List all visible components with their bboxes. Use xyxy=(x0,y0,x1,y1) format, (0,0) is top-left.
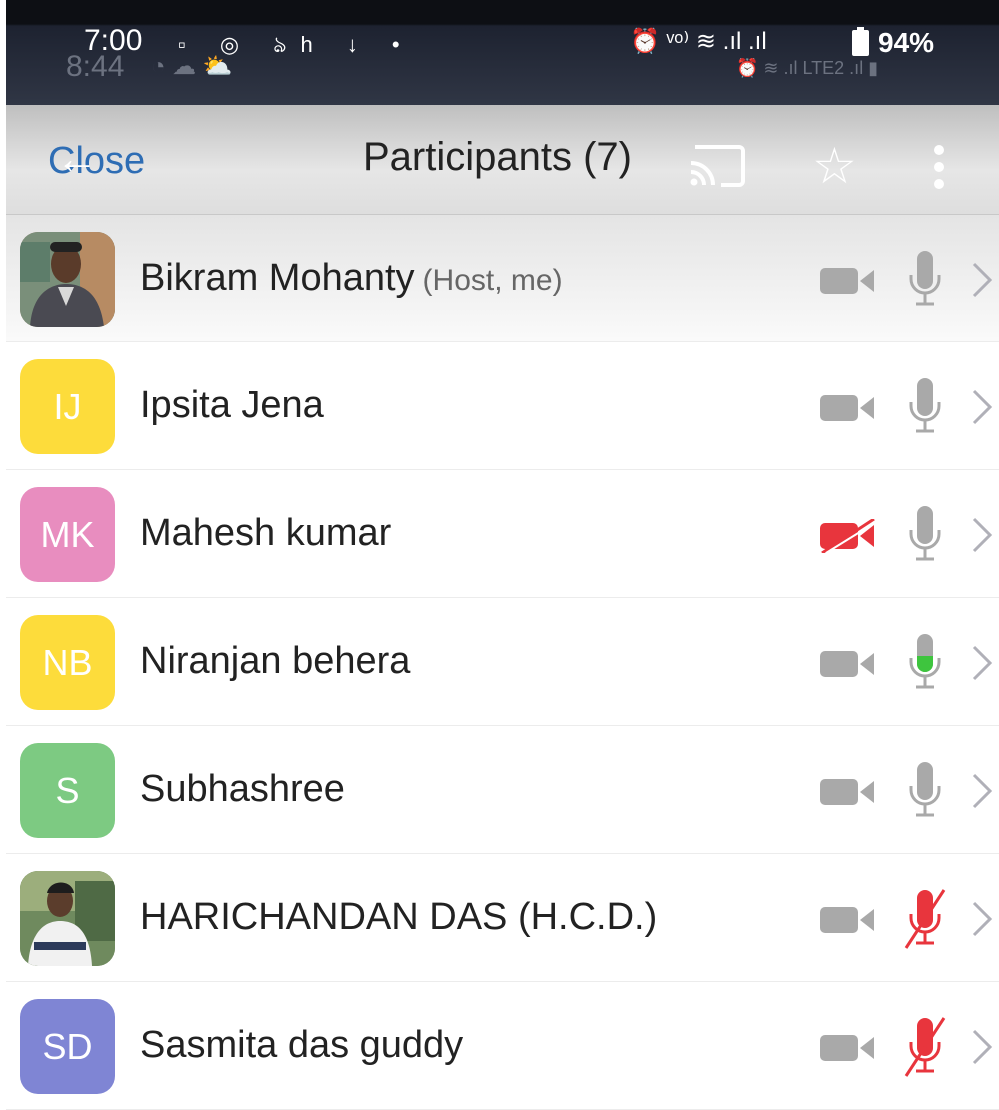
chevron-right-icon[interactable] xyxy=(970,387,994,427)
participant-name-text: Subhashree xyxy=(140,768,345,810)
participant-name: Subhashree xyxy=(140,768,345,811)
video-icon[interactable] xyxy=(818,775,878,809)
participant-name-text: Sasmita das guddy xyxy=(140,1024,464,1066)
participant-name: HARICHANDAN DAS (H.C.D.) xyxy=(140,896,657,939)
participant-row[interactable]: SD Sasmita das guddy xyxy=(6,982,999,1110)
participant-row[interactable]: IJ Ipsita Jena xyxy=(6,342,999,470)
ghost-status-icons: ⏰ ≋ .ıl LTE2 .ıl ▮ xyxy=(736,58,879,78)
participant-name: Ipsita Jena xyxy=(140,384,324,427)
chevron-right-icon[interactable] xyxy=(970,515,994,555)
chevron-right-icon[interactable] xyxy=(970,260,994,300)
avatar-initials: IJ xyxy=(53,386,82,427)
chevron-right-icon[interactable] xyxy=(970,771,994,811)
participant-row[interactable]: MK Mahesh kumar xyxy=(6,470,999,598)
participant-row[interactable]: NB Niranjan behera xyxy=(6,598,999,726)
participant-row[interactable]: Bikram Mohanty (Host, me) xyxy=(6,215,999,342)
avatar-initials: MK xyxy=(40,514,95,555)
participant-name-text: Niranjan behera xyxy=(140,640,411,682)
participant-list: Bikram Mohanty (Host, me) IJ Ipsita Jena M… xyxy=(6,215,999,1110)
avatar: NB xyxy=(20,615,115,710)
participant-name: Mahesh kumar xyxy=(140,512,391,555)
status-bar: 8:44 ◔ ☁ ⛅ 7:00 ▫ ◎ ঌh ↓ • ⏰ ≋ .ıl LTE2 … xyxy=(6,0,999,105)
avatar xyxy=(20,871,115,966)
video-icon[interactable] xyxy=(818,903,878,937)
more-vertical-icon[interactable] xyxy=(934,145,946,196)
avatar-initials: NB xyxy=(42,642,93,683)
battery-percent: 94% xyxy=(878,27,935,58)
avatar-initials: SD xyxy=(42,1026,93,1067)
star-icon[interactable]: ☆ xyxy=(812,137,857,195)
video-icon[interactable] xyxy=(818,264,878,298)
participant-row[interactable]: S Subhashree xyxy=(6,726,999,854)
chevron-right-icon[interactable] xyxy=(970,643,994,683)
status-time: 7:00 xyxy=(84,24,143,57)
participant-name: Sasmita das guddy xyxy=(140,1024,463,1067)
participant-name-text: Ipsita Jena xyxy=(140,384,324,426)
video-icon[interactable] xyxy=(818,391,878,425)
top-bar: Close ← Participants (7) ☆ xyxy=(6,105,999,215)
signal-icons: ⏰ ᵛᵒ⁾ ≋ .ıl .ıl xyxy=(630,28,767,55)
participant-row[interactable]: HARICHANDAN DAS (H.C.D.) xyxy=(6,854,999,982)
participant-name-text: HARICHANDAN DAS (H.C.D.) xyxy=(140,896,658,938)
avatar xyxy=(20,232,115,327)
mic-icon[interactable] xyxy=(904,249,946,311)
avatar: IJ xyxy=(20,359,115,454)
mic-muted-icon[interactable] xyxy=(904,1016,946,1078)
battery-icon xyxy=(852,27,869,56)
avatar-initials: S xyxy=(55,770,80,811)
video-icon[interactable] xyxy=(818,647,878,681)
video-icon[interactable] xyxy=(818,1031,878,1065)
chevron-right-icon[interactable] xyxy=(970,899,994,939)
mic-icon[interactable] xyxy=(904,632,946,694)
video-off-icon[interactable] xyxy=(818,519,878,553)
participant-name-text: Mahesh kumar xyxy=(140,512,392,554)
cast-icon[interactable] xyxy=(689,143,745,187)
mic-icon[interactable] xyxy=(904,376,946,438)
participant-role: (Host, me) xyxy=(422,264,563,297)
avatar: S xyxy=(20,743,115,838)
mic-icon[interactable] xyxy=(904,504,946,566)
chevron-right-icon[interactable] xyxy=(970,1027,994,1067)
avatar: SD xyxy=(20,999,115,1094)
mic-muted-icon[interactable] xyxy=(904,888,946,950)
mic-icon[interactable] xyxy=(904,760,946,822)
notification-icons: ▫ ◎ ঌh ↓ • xyxy=(178,32,414,57)
participant-name-text: Bikram Mohanty xyxy=(140,257,415,299)
participant-name: Niranjan behera xyxy=(140,640,410,683)
avatar: MK xyxy=(20,487,115,582)
participant-name: Bikram Mohanty (Host, me) xyxy=(140,257,563,300)
